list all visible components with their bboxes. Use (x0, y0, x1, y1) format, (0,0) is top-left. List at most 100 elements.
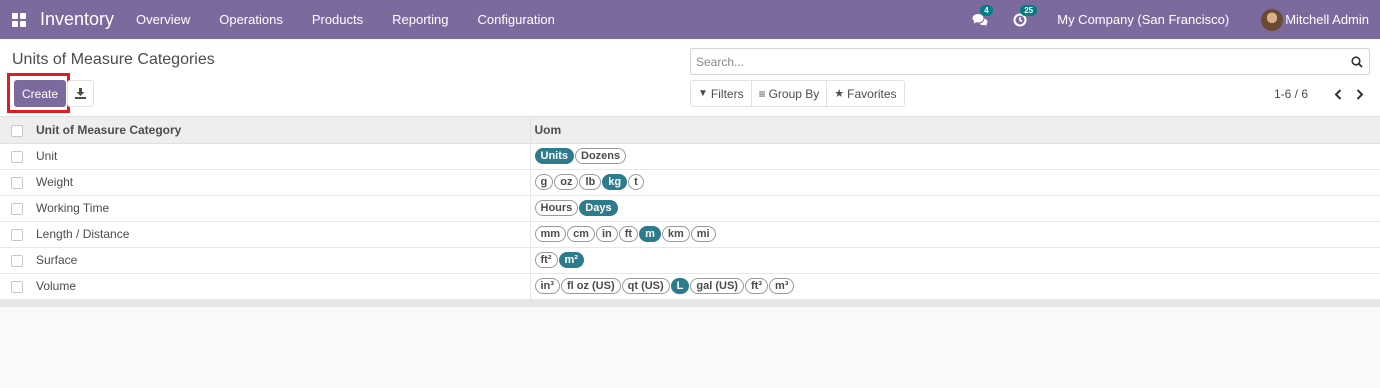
uom-tags: in³ fl oz (US) qt (US) Lgal (US) ft³ m³ (529, 273, 1380, 300)
menu-configuration[interactable]: Configuration (478, 12, 555, 27)
create-button[interactable]: Create (14, 80, 66, 107)
uom-tag-reference: m² (558, 252, 584, 268)
activities-clock-icon[interactable]: 25 (1011, 4, 1038, 29)
uom-tag: mm (534, 226, 567, 242)
company-switcher[interactable]: My Company (San Francisco) (1057, 12, 1229, 27)
uom-tag: ft (618, 226, 639, 242)
menu-operations[interactable]: Operations (219, 12, 283, 27)
filters-label: Filters (710, 86, 744, 101)
table-row[interactable]: Working Time Hours Days (0, 195, 1380, 222)
row-checkbox[interactable] (11, 228, 23, 241)
row-select-cell (0, 247, 36, 274)
uom-tag: Dozens (575, 148, 627, 164)
uom-tag: lb (579, 174, 602, 190)
create-button-highlight: Create (7, 73, 70, 113)
row-checkbox[interactable] (11, 202, 23, 215)
download-button[interactable] (67, 80, 94, 107)
menu-reporting[interactable]: Reporting (392, 12, 448, 27)
filter-icon: ▼ (698, 88, 708, 99)
table-row[interactable]: Unit Units Dozens (0, 143, 1380, 170)
uom-category-list: Unit of Measure Category Uom Unit Units Do… (0, 117, 1380, 300)
uom-tag: qt (US) (621, 278, 670, 294)
top-navbar: Inventory Overview Operations Products R… (0, 0, 1380, 39)
row-select-cell (0, 273, 36, 300)
uom-tags: Units Dozens (529, 143, 1380, 170)
search-options: ▼ Filters ≡ Group By ★ Favorites (690, 80, 905, 107)
uom-tag: oz (554, 174, 579, 190)
user-menu[interactable]: Mitchell Admin (1261, 8, 1369, 31)
download-icon (75, 88, 86, 99)
category-name: Weight (36, 169, 530, 196)
uom-tags: g oz lb kg t (529, 169, 1380, 196)
row-checkbox[interactable] (11, 150, 23, 163)
table-row[interactable]: Length / Distance mm cm in ft m km mi (0, 221, 1380, 248)
category-name: Volume (36, 273, 530, 300)
row-select-cell (0, 169, 36, 196)
apps-menu-icon[interactable] (12, 12, 26, 27)
uom-tags: Hours Days (529, 195, 1380, 222)
category-name: Unit (36, 143, 530, 170)
messages-icon[interactable]: 4 (971, 4, 993, 29)
uom-tags: mm cm in ft m km mi (529, 221, 1380, 248)
uom-tag-reference: m (639, 226, 661, 242)
messages-count-badge: 4 (980, 4, 993, 16)
uom-tag-reference: Units (534, 148, 574, 164)
uom-tag: gal (US) (690, 278, 744, 294)
uom-tag: cm (567, 226, 595, 242)
table-footer (0, 300, 1380, 307)
row-checkbox[interactable] (11, 176, 23, 189)
uom-tag-reference: L (670, 278, 690, 294)
pager-value[interactable]: 1-6 / 6 (1274, 87, 1308, 101)
uom-tag: in³ (534, 278, 560, 294)
uom-tag: km (661, 226, 690, 242)
row-select-cell (0, 195, 36, 222)
menu-products[interactable]: Products (312, 12, 363, 27)
user-name: Mitchell Admin (1285, 12, 1369, 27)
group-by-button[interactable]: ≡ Group By (752, 81, 828, 106)
uom-tag-reference: Days (579, 200, 618, 216)
select-all-cell (0, 117, 36, 144)
uom-tag: g (534, 174, 554, 190)
app-name[interactable]: Inventory (40, 9, 114, 30)
column-header-category[interactable]: Unit of Measure Category (36, 117, 530, 144)
table-row[interactable]: Volume in³ fl oz (US) qt (US) Lgal (US) ft³ m³ (0, 273, 1380, 300)
pager-previous-icon[interactable] (1334, 88, 1344, 100)
uom-tag: t (628, 174, 644, 190)
uom-tag: Hours (534, 200, 579, 216)
uom-tag: fl oz (US) (560, 278, 621, 294)
bars-icon: ≡ (758, 86, 766, 101)
favorites-label: Favorites (847, 86, 897, 101)
category-name: Surface (36, 247, 530, 274)
row-checkbox[interactable] (11, 280, 23, 293)
table-header-row: Unit of Measure Category Uom (0, 117, 1380, 144)
menu-overview[interactable]: Overview (136, 12, 190, 27)
user-avatar (1261, 8, 1284, 31)
uom-tag: mi (690, 226, 716, 242)
favorites-button[interactable]: ★ Favorites (827, 81, 903, 106)
row-checkbox[interactable] (11, 254, 23, 267)
select-all-checkbox[interactable] (11, 124, 23, 137)
row-select-cell (0, 143, 36, 170)
pager: 1-6 / 6 (1274, 87, 1366, 101)
table-row[interactable]: Weight g oz lb kg t (0, 169, 1380, 196)
activities-count-badge: 25 (1020, 4, 1038, 16)
search-input[interactable] (691, 49, 1345, 74)
uom-tag: in (595, 226, 618, 242)
uom-tag-reference: kg (602, 174, 628, 190)
star-icon: ★ (834, 88, 845, 100)
filters-button[interactable]: ▼ Filters (691, 81, 752, 106)
category-name: Length / Distance (36, 221, 530, 248)
uom-tags: ft² m² (529, 247, 1380, 274)
search-bar (690, 48, 1370, 75)
page-title: Units of Measure Categories (12, 51, 215, 68)
pager-next-icon[interactable] (1356, 88, 1366, 100)
uom-tag: ft² (534, 252, 558, 268)
control-panel: Units of Measure Categories Create ▼ Fil… (0, 39, 1380, 117)
search-icon[interactable] (1345, 55, 1369, 68)
table-row[interactable]: Surface ft² m² (0, 247, 1380, 274)
column-header-uom[interactable]: Uom (529, 117, 1380, 144)
uom-tag: ft³ (744, 278, 768, 294)
row-select-cell (0, 221, 36, 248)
category-name: Working Time (36, 195, 530, 222)
uom-tag: m³ (768, 278, 795, 294)
